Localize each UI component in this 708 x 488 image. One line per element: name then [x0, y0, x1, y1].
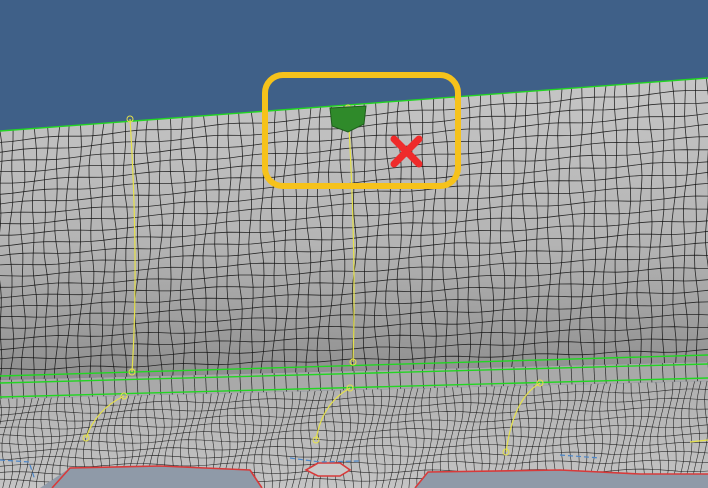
mesh-scene[interactable] [0, 0, 708, 488]
3d-mesh-viewport[interactable] [0, 0, 708, 488]
